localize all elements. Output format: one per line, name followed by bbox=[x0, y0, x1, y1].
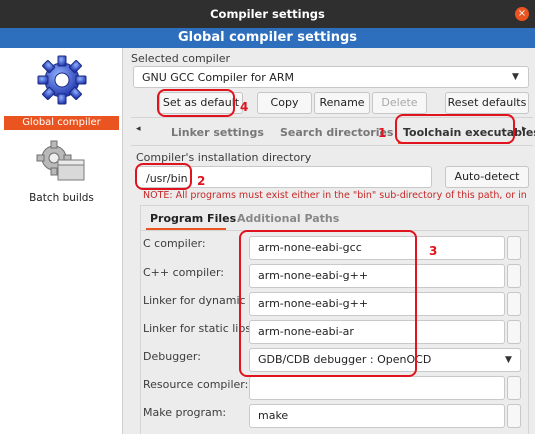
selected-compiler-label: Selected compiler bbox=[131, 52, 231, 65]
annotation-number-4: 4 bbox=[240, 100, 249, 114]
gear-box-icon[interactable] bbox=[34, 140, 88, 184]
auto-detect-button[interactable]: Auto-detect bbox=[445, 166, 529, 188]
resource-compiler-browse-button[interactable] bbox=[507, 376, 521, 400]
annotation-highlight-2 bbox=[135, 163, 192, 190]
linker-static-browse-button[interactable] bbox=[507, 320, 521, 344]
debugger-chevron-down-icon: ▼ bbox=[505, 355, 512, 365]
tabs-bottom-divider bbox=[131, 145, 533, 146]
tab-scroll-left-icon[interactable]: ◂ bbox=[136, 124, 141, 134]
tab-linker-settings[interactable]: Linker settings bbox=[171, 126, 264, 139]
resource-compiler-label: Resource compiler: bbox=[143, 378, 249, 391]
copy-button[interactable]: Copy bbox=[257, 92, 312, 114]
make-program-browse-button[interactable] bbox=[507, 404, 521, 428]
make-program-label: Make program: bbox=[143, 406, 227, 419]
make-program-field[interactable]: make bbox=[249, 404, 505, 428]
reset-defaults-button[interactable]: Reset defaults bbox=[445, 92, 529, 114]
close-button[interactable]: × bbox=[515, 7, 529, 21]
cpp-compiler-browse-button[interactable] bbox=[507, 264, 521, 288]
debugger-label: Debugger: bbox=[143, 350, 201, 363]
tab-search-directories[interactable]: Search directories bbox=[280, 126, 393, 139]
subtab-additional-paths[interactable]: Additional Paths bbox=[237, 212, 339, 225]
linker-dynamic-browse-button[interactable] bbox=[507, 292, 521, 316]
annotation-number-3: 3 bbox=[429, 244, 438, 258]
resource-compiler-field[interactable] bbox=[249, 376, 505, 400]
annotation-highlight-3 bbox=[239, 230, 417, 377]
tab-scroll-right-icon[interactable]: ▸ bbox=[522, 124, 527, 134]
subtab-program-files[interactable]: Program Files bbox=[150, 212, 236, 225]
window-title: Compiler settings bbox=[0, 0, 535, 28]
gear-icon[interactable] bbox=[36, 54, 88, 106]
c-compiler-label: C compiler: bbox=[143, 237, 206, 250]
cpp-compiler-label: C++ compiler: bbox=[143, 266, 225, 279]
sidebar-item-batch-builds[interactable]: Batch builds bbox=[0, 192, 123, 204]
chevron-down-icon: ▼ bbox=[512, 72, 519, 82]
install-dir-note: NOTE: All programs must exist either in … bbox=[143, 190, 528, 201]
c-compiler-browse-button[interactable] bbox=[507, 236, 521, 260]
dialog-header: Global compiler settings bbox=[0, 28, 535, 48]
annotation-number-1: 1 bbox=[378, 126, 387, 140]
rename-button[interactable]: Rename bbox=[314, 92, 370, 114]
delete-button[interactable]: Delete bbox=[372, 92, 427, 114]
annotation-highlight-1 bbox=[395, 114, 515, 144]
compiler-select-value: GNU GCC Compiler for ARM bbox=[142, 71, 294, 84]
annotation-highlight-4 bbox=[157, 89, 235, 117]
linker-static-label: Linker for static libs: bbox=[143, 322, 255, 335]
sidebar-item-global-compiler-settings[interactable]: Global compiler settings bbox=[4, 116, 119, 142]
annotation-number-2: 2 bbox=[197, 174, 206, 188]
